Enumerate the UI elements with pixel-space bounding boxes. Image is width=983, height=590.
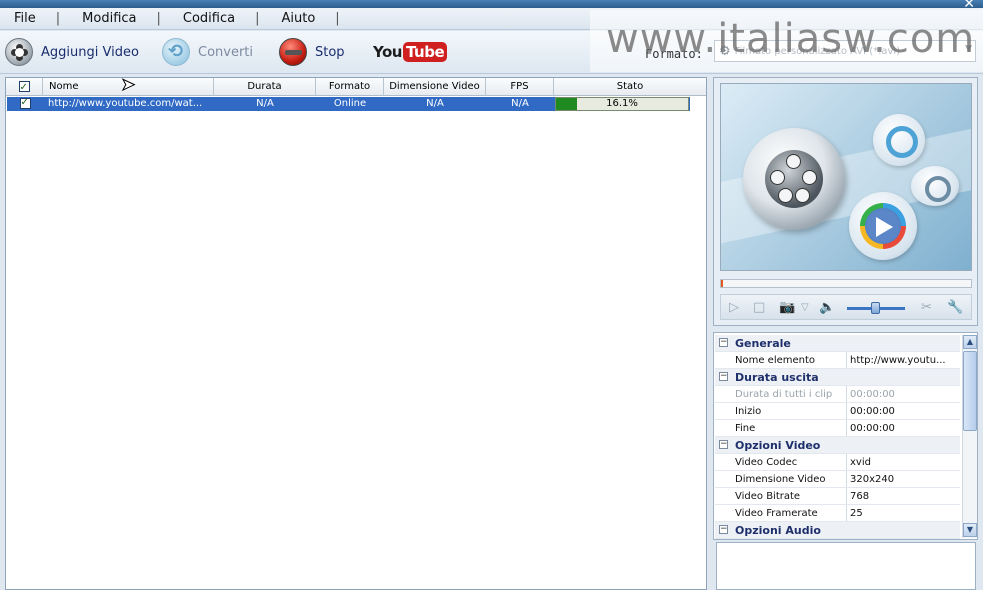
stop-button[interactable]: Stop	[279, 37, 345, 67]
quicktime-icon	[873, 114, 925, 166]
add-video-button[interactable]: Aggiungi Video	[5, 37, 139, 67]
column-header-video-size[interactable]: Dimensione Video	[384, 78, 486, 96]
row-duration: N/A	[256, 98, 274, 109]
add-video-label: Aggiungi Video	[41, 44, 139, 60]
property-all-clips-duration: Durata di tutti i clip 00:00:00	[715, 386, 960, 403]
property-end[interactable]: Fine 00:00:00	[715, 420, 960, 437]
menu-separator: |	[255, 11, 260, 26]
category-output-duration[interactable]: − Durata uscita	[715, 369, 960, 386]
film-reel-icon	[743, 128, 845, 230]
mouse-cursor-icon: ➤	[120, 75, 136, 96]
realplayer-icon	[911, 166, 959, 206]
scissors-icon[interactable]: ✂	[921, 300, 932, 315]
volume-slider-handle[interactable]	[871, 302, 880, 314]
stop-label: Stop	[315, 44, 345, 60]
table-row[interactable]: http://www.youtube.com/wat... N/A Online…	[7, 97, 690, 111]
menu-separator: |	[55, 11, 61, 26]
checkbox-icon[interactable]	[19, 97, 31, 110]
collapse-icon[interactable]: −	[719, 372, 728, 381]
checkbox-icon[interactable]	[18, 79, 30, 96]
collapse-icon[interactable]: −	[719, 440, 728, 449]
category-audio-options[interactable]: − Opzioni Audio	[715, 522, 960, 539]
row-status: 16.1%	[606, 98, 638, 109]
category-general[interactable]: − Generale	[715, 335, 960, 352]
youtube-logo-tube: Tube	[402, 42, 448, 62]
watermark: www.italiasw.com	[606, 16, 976, 62]
property-video-size[interactable]: Dimensione Video 320x240	[715, 471, 960, 488]
film-reel-icon	[5, 38, 33, 66]
menu-modifica[interactable]: Modifica	[82, 11, 136, 26]
category-video-options[interactable]: − Opzioni Video	[715, 437, 960, 454]
play-icon	[876, 217, 893, 237]
scrollbar-thumb[interactable]	[963, 351, 977, 431]
volume-icon[interactable]: 🔈	[819, 300, 835, 315]
camera-icon[interactable]: 📷	[779, 300, 795, 315]
convert-icon	[162, 38, 190, 66]
menu-aiuto[interactable]: Aiuto	[281, 11, 315, 26]
play-icon[interactable]: ▷	[729, 300, 739, 315]
row-video-size: N/A	[426, 98, 444, 109]
seek-position	[721, 280, 723, 287]
preview-panel: ▷ □ 📷 ▽ 🔈 ✂ 🔧	[713, 77, 978, 326]
property-video-bitrate[interactable]: Video Bitrate 768	[715, 488, 960, 505]
row-checkbox-cell[interactable]	[7, 97, 43, 111]
wrench-icon[interactable]: 🔧	[947, 300, 963, 315]
menu-separator: |	[335, 11, 340, 26]
property-video-framerate[interactable]: Video Framerate 25	[715, 505, 960, 522]
property-description	[716, 542, 976, 590]
property-item-name[interactable]: Nome elemento http://www.youtu...	[715, 352, 960, 369]
row-name: http://www.youtube.com/wat...	[48, 98, 203, 109]
row-progress-bar: 16.1%	[555, 97, 689, 111]
column-header-format[interactable]: Formato	[316, 78, 384, 96]
property-grid: − Generale Nome elemento http://www.yout…	[713, 332, 978, 540]
row-fps: N/A	[511, 98, 529, 109]
convert-label: Converti	[198, 44, 254, 60]
list-header: Nome Durata Formato Dimensione Video FPS…	[6, 78, 706, 96]
youtube-logo-you: You	[373, 43, 402, 61]
preview-image	[720, 83, 972, 271]
column-header-fps[interactable]: FPS	[486, 78, 554, 96]
menu-separator: |	[156, 11, 161, 26]
menu-codifica[interactable]: Codifica	[183, 11, 235, 26]
collapse-icon[interactable]: −	[719, 525, 728, 534]
property-start[interactable]: Inizio 00:00:00	[715, 403, 960, 420]
stop-icon	[279, 38, 307, 66]
collapse-icon[interactable]: −	[719, 338, 728, 347]
seek-bar[interactable]	[720, 279, 972, 288]
row-format: Online	[333, 98, 367, 109]
player-controls: ▷ □ 📷 ▽ 🔈 ✂ 🔧	[720, 294, 972, 320]
chevron-down-icon[interactable]: ▼	[963, 523, 977, 537]
title-bar: ✕	[0, 0, 983, 12]
header-select-all[interactable]	[6, 78, 43, 96]
convert-button[interactable]: Converti	[162, 37, 253, 67]
stop-icon[interactable]: □	[753, 300, 765, 315]
property-video-codec[interactable]: Video Codec xvid	[715, 454, 960, 471]
file-list[interactable]: Nome Durata Formato Dimensione Video FPS…	[5, 77, 707, 590]
chevron-up-icon[interactable]: ▲	[963, 335, 977, 349]
column-header-duration[interactable]: Durata	[214, 78, 316, 96]
chevron-down-icon[interactable]: ▽	[801, 302, 809, 313]
property-scrollbar[interactable]: ▲ ▼	[962, 335, 977, 538]
column-header-status[interactable]: Stato	[554, 78, 706, 96]
menu-file[interactable]: File	[14, 11, 36, 26]
youtube-button[interactable]: You Tube	[373, 37, 448, 67]
